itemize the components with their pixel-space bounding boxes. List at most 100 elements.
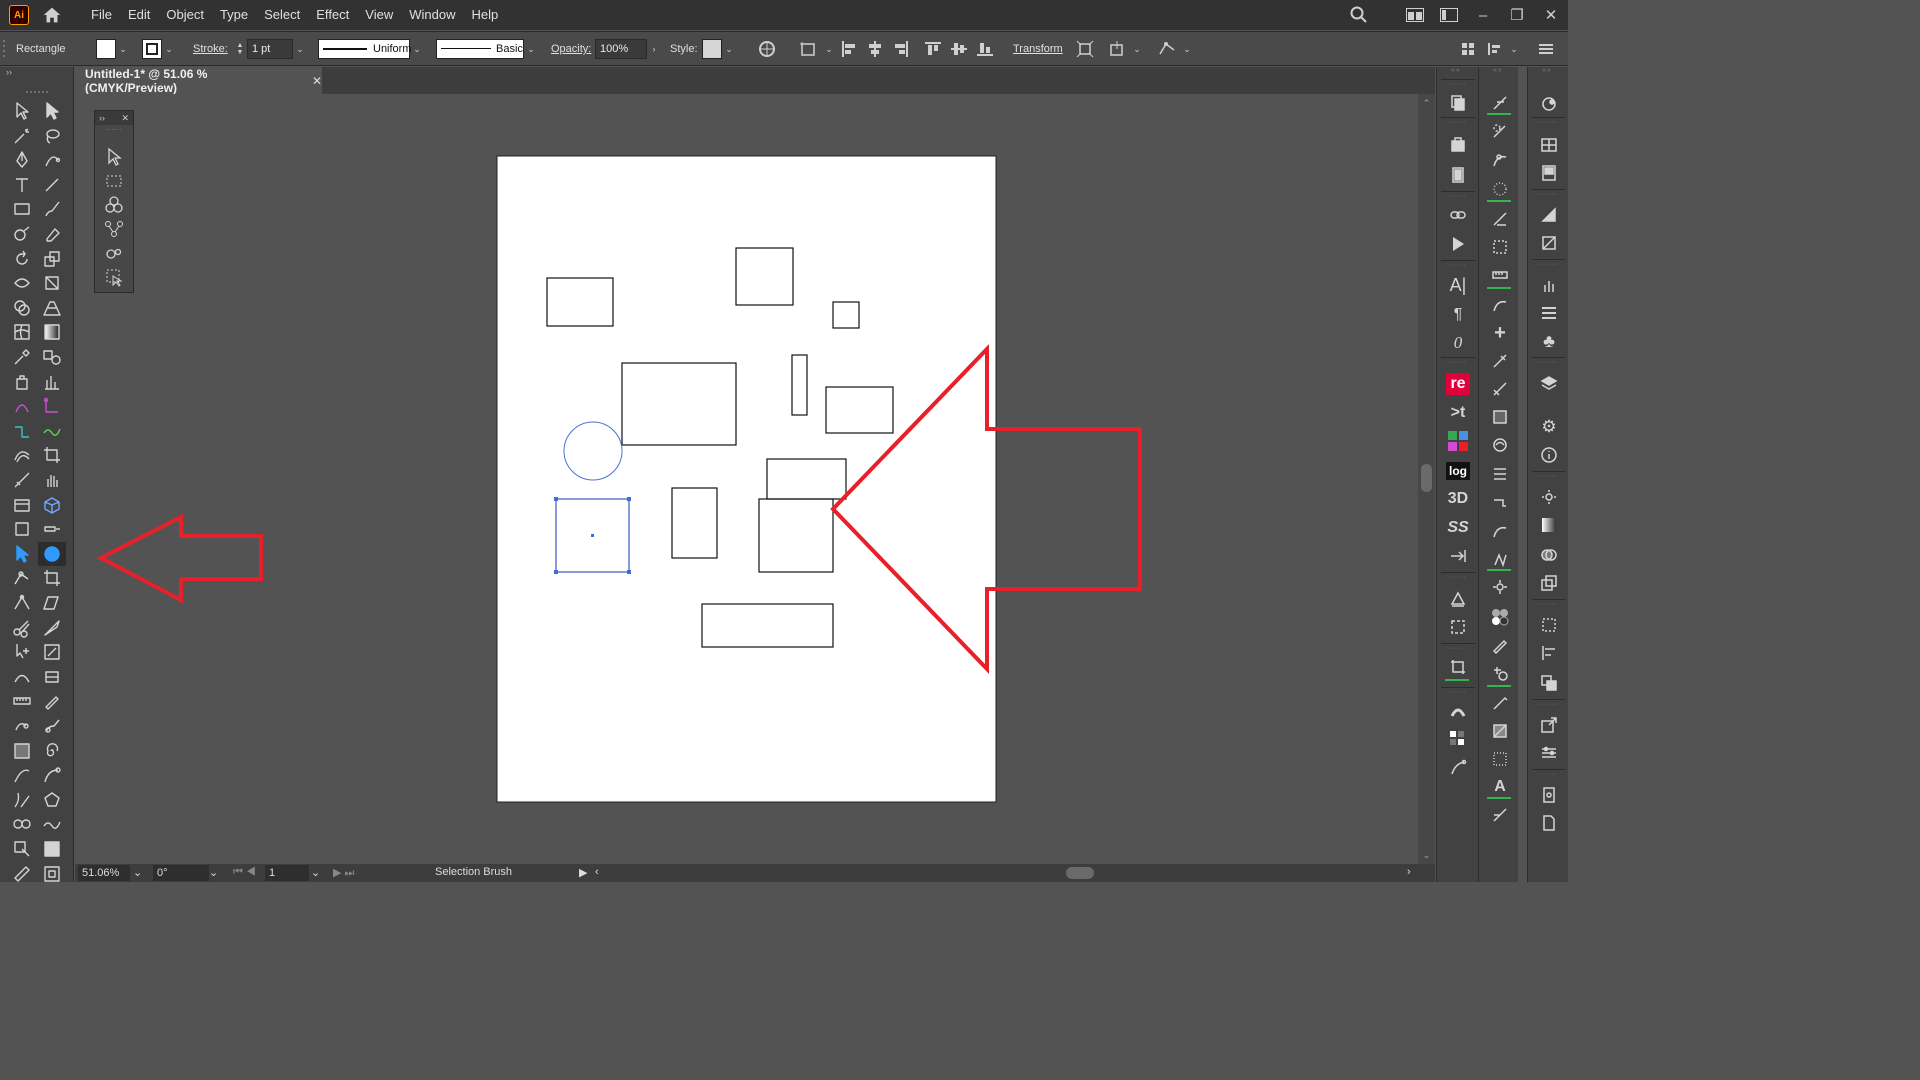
minimize-icon[interactable]: – xyxy=(1466,0,1500,30)
stroke-stepper-icon[interactable]: ▲ ▼ xyxy=(233,39,247,59)
brush-k-icon[interactable] xyxy=(1486,405,1514,429)
chevron-right-icon[interactable]: › xyxy=(647,39,661,59)
scroll-left-icon[interactable]: ‹ xyxy=(595,866,599,878)
recolor-artwork-icon[interactable] xyxy=(754,32,780,66)
slice-tool-icon[interactable] xyxy=(8,468,36,492)
brush-p-icon[interactable] xyxy=(1486,547,1514,571)
selection-brush-icon[interactable] xyxy=(100,265,128,289)
shape-frame-icon[interactable] xyxy=(38,665,66,689)
anchor-accent-icon[interactable] xyxy=(38,394,66,418)
text-plugin-icon[interactable]: >t xyxy=(1444,401,1472,425)
shape-options-icon[interactable] xyxy=(1104,32,1130,66)
brush-l-icon[interactable] xyxy=(1486,433,1514,457)
vertical-scrollbar[interactable]: ⌃ ⌄ xyxy=(1418,94,1435,864)
properties-sliders-icon[interactable] xyxy=(1535,741,1563,765)
column-graph-tool-icon[interactable] xyxy=(38,370,66,394)
sun-icon[interactable] xyxy=(1535,485,1563,509)
menu-view[interactable]: View xyxy=(357,0,401,30)
brush-v-icon[interactable] xyxy=(1486,719,1514,743)
expand-icon[interactable]: ›› xyxy=(99,113,105,123)
menu-effect[interactable]: Effect xyxy=(308,0,357,30)
symbol-sprayer-tool-icon[interactable] xyxy=(8,370,36,394)
scissors-tool-icon[interactable] xyxy=(8,616,36,640)
brush-i-icon[interactable] xyxy=(1486,349,1514,373)
puppet-warp-icon[interactable] xyxy=(1154,32,1180,66)
lasso-icon[interactable] xyxy=(38,124,66,148)
libraries-icon[interactable] xyxy=(1444,133,1472,157)
print-tiling-tool-icon[interactable] xyxy=(8,493,36,517)
chevron-down-icon[interactable]: ⌄ xyxy=(410,39,424,59)
re-plugin-icon[interactable]: re xyxy=(1444,372,1472,396)
stroke-panel-icon[interactable] xyxy=(1535,301,1563,325)
reshape-tool-icon[interactable] xyxy=(8,591,36,615)
first-artboard-icon[interactable]: ⏮ ◀ xyxy=(233,866,256,879)
brush-c-icon[interactable] xyxy=(1486,148,1514,172)
brush-r-icon[interactable] xyxy=(1486,605,1514,629)
canvas-area[interactable] xyxy=(75,94,1418,864)
chevron-down-icon[interactable]: ⌄ xyxy=(311,866,320,879)
restore-icon[interactable]: ❐ xyxy=(1500,0,1534,30)
scroll-right-icon[interactable]: › xyxy=(1407,866,1411,878)
collapse-icon[interactable]: ›› xyxy=(6,67,12,77)
shear-tool-icon[interactable] xyxy=(38,591,66,615)
dice-icon[interactable] xyxy=(38,837,66,861)
plus-tool-icon[interactable]: + xyxy=(1486,321,1514,345)
zoom-field[interactable]: 51.06% xyxy=(78,865,130,881)
polygon-tool-icon[interactable] xyxy=(38,788,66,812)
collapse-icon[interactable]: «« xyxy=(1493,67,1503,74)
isolate-selected-icon[interactable] xyxy=(1072,32,1098,66)
opacity-label[interactable]: Opacity: xyxy=(551,32,591,66)
export-plugin-icon[interactable] xyxy=(1444,544,1472,568)
align-horizontal-center-icon[interactable] xyxy=(862,32,888,66)
menu-help[interactable]: Help xyxy=(463,0,506,30)
blend-tool-icon[interactable] xyxy=(38,345,66,369)
hand-tool-icon[interactable] xyxy=(38,468,66,492)
pen-tool-icon[interactable] xyxy=(8,148,36,172)
menu-select[interactable]: Select xyxy=(256,0,308,30)
paintbrush-tool-icon[interactable] xyxy=(38,197,66,221)
align-top-icon[interactable] xyxy=(920,32,946,66)
close-icon[interactable]: ✕ xyxy=(121,113,129,124)
crop-frame-icon[interactable] xyxy=(38,862,66,886)
clubs-icon[interactable]: ♣ xyxy=(1535,329,1563,353)
chevron-down-icon[interactable]: ⌄ xyxy=(116,39,130,59)
log-plugin-icon[interactable]: log xyxy=(1444,459,1472,483)
transparency-icon[interactable] xyxy=(1535,543,1563,567)
noise-pattern-icon[interactable] xyxy=(8,739,36,763)
chevron-down-icon[interactable]: ⌄ xyxy=(1507,39,1521,59)
align-right-icon[interactable] xyxy=(888,32,914,66)
brush-s-icon[interactable] xyxy=(1486,633,1514,657)
home-icon[interactable] xyxy=(41,4,63,26)
tab-document[interactable]: Untitled-1* @ 51.06 % (CMYK/Preview) ✕ xyxy=(75,67,322,95)
lasso-curve-icon[interactable] xyxy=(38,763,66,787)
infinity-tool-icon[interactable] xyxy=(8,812,36,836)
direct-selection-tool-icon[interactable] xyxy=(38,99,66,123)
swatch-library-icon[interactable] xyxy=(1444,727,1472,751)
brush-e-icon[interactable] xyxy=(1486,207,1514,231)
ellipse-active-icon[interactable] xyxy=(38,541,66,566)
stroke-weight-input[interactable]: 1 pt xyxy=(247,39,293,59)
export-dock-icon[interactable] xyxy=(1535,713,1563,737)
rotation-field[interactable]: 0° xyxy=(153,865,209,881)
brush-j-icon[interactable] xyxy=(1486,377,1514,401)
opacity-input[interactable]: 100% xyxy=(595,39,647,59)
gradient-tool-icon[interactable] xyxy=(38,320,66,344)
anchor-network-icon[interactable] xyxy=(100,217,128,241)
character-icon[interactable]: A| xyxy=(1444,273,1472,297)
properties-icon[interactable] xyxy=(1444,91,1472,115)
brush-x-icon[interactable] xyxy=(1486,803,1514,827)
pen-plugin-icon[interactable] xyxy=(1444,756,1472,780)
crop-image-icon[interactable] xyxy=(38,566,66,590)
brush-a-icon[interactable] xyxy=(1486,91,1514,115)
magic-wand-icon[interactable] xyxy=(8,124,36,148)
3d-cube-icon[interactable] xyxy=(38,493,66,517)
artboard-nav-icon[interactable] xyxy=(1444,655,1472,679)
transform-panel-icon[interactable] xyxy=(1444,615,1472,639)
rectangle-tool-icon[interactable] xyxy=(8,197,36,221)
brush-b-icon[interactable] xyxy=(1486,119,1514,143)
brush-g-icon[interactable] xyxy=(1486,263,1514,287)
symbols-icon[interactable] xyxy=(1535,161,1563,185)
chevron-down-icon[interactable]: ⌄ xyxy=(524,39,538,59)
transform-link[interactable]: Transform xyxy=(1013,32,1063,66)
3d-plugin-icon[interactable]: 3D xyxy=(1444,487,1472,511)
